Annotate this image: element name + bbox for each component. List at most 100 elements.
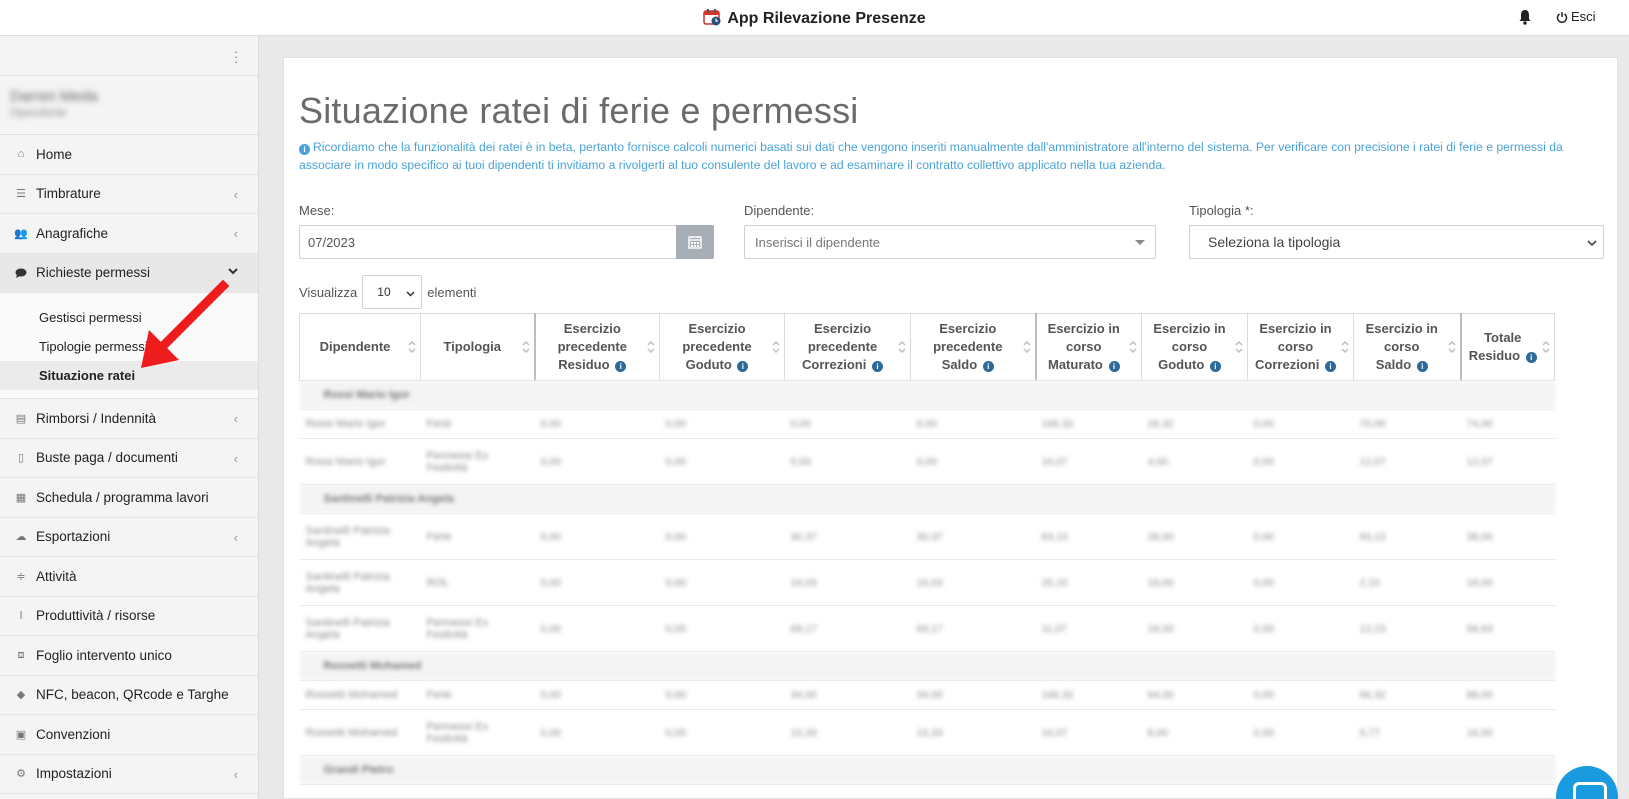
sidebar-item-label: NFC, beacon, QRcode e Targhe xyxy=(36,687,229,703)
sort-icon[interactable] xyxy=(1129,339,1137,355)
comment-icon xyxy=(14,267,28,279)
sidebar-item-schedula[interactable]: ▦ Schedula / programma lavori xyxy=(0,478,258,518)
sidebar-item-richieste-permessi[interactable]: Richieste permessi xyxy=(0,253,258,293)
info-circle-icon[interactable]: i xyxy=(982,361,994,372)
cloud-download-icon: ☁ xyxy=(15,531,27,544)
sort-icon[interactable] xyxy=(647,339,655,355)
chevron-left-icon: ‹ xyxy=(233,529,238,545)
info-circle-icon[interactable]: i xyxy=(1209,361,1221,372)
info-circle-icon[interactable]: i xyxy=(1324,361,1336,372)
chevron-left-icon: ‹ xyxy=(233,411,238,426)
sidebar-item-label: Produttività / risorse xyxy=(36,608,156,624)
chevron-left-icon: ‹ xyxy=(233,226,238,241)
info-circle-icon[interactable]: i xyxy=(737,361,749,372)
length-select[interactable]: 10 xyxy=(362,275,423,309)
sort-icon[interactable] xyxy=(1341,339,1349,355)
sort-icon[interactable] xyxy=(772,339,780,355)
column-header-text: Esercizio xyxy=(813,321,872,336)
column-header[interactable]: Tipologia xyxy=(420,313,535,381)
column-header-text: Maturato xyxy=(1047,357,1103,372)
table-cell: 18,00 xyxy=(1141,559,1248,606)
calendar-button[interactable] xyxy=(676,225,714,259)
info-circle-icon[interactable]: i xyxy=(615,361,627,372)
sidebar-item-label: Anagrafiche xyxy=(36,225,109,241)
dipendente-select[interactable]: Inserisci il dipendente xyxy=(744,225,1156,259)
info-circle-icon[interactable]: i xyxy=(871,361,883,372)
column-header[interactable]: Esercizio precedente Correzioni i xyxy=(784,313,911,381)
column-header[interactable]: Esercizio in corso Correzioni i xyxy=(1247,313,1354,381)
table-cell: 0,00 xyxy=(784,409,911,439)
table-cell: 0,00 xyxy=(1247,680,1354,710)
file-icon: ▯ xyxy=(17,452,25,465)
column-header-text: Goduto xyxy=(1158,357,1205,372)
table-cell: 64,00 xyxy=(1141,680,1248,710)
sidebar-item-convenzioni[interactable]: ▣ Convenzioni xyxy=(0,715,258,755)
chevron-down-icon xyxy=(406,286,415,300)
sidebar-item-attivita[interactable]: ≑ Attività xyxy=(0,557,258,597)
table-cell: 0,00 xyxy=(784,438,911,485)
sidebar-item-label: Buste paga / documenti xyxy=(36,450,178,466)
sort-icon[interactable] xyxy=(522,339,530,355)
barcode-icon: ⧈ xyxy=(17,648,25,661)
column-header[interactable]: Esercizio precedente Saldo i xyxy=(910,313,1036,381)
table-cell: 15,33 xyxy=(784,709,911,756)
length-value: 10 xyxy=(377,285,391,299)
tipologia-select[interactable]: Seleziona la tipologia xyxy=(1189,225,1604,259)
table-cell: 0,00 xyxy=(534,409,660,439)
sidebar-item-timbrature[interactable]: ☰ Timbrature ‹ xyxy=(0,175,258,214)
column-header-text: Correzioni xyxy=(802,357,867,372)
sidebar-item-label: Timbrature xyxy=(36,186,101,202)
sidebar-item-label: Foglio intervento unico xyxy=(36,647,172,663)
sidebar-item-produttivita[interactable]: ǀ Produttività / risorse xyxy=(0,597,258,636)
info-circle-icon[interactable]: i xyxy=(1525,352,1537,363)
table-cell: 16,03 xyxy=(784,559,911,606)
column-header[interactable]: Esercizio in corso Goduto i xyxy=(1141,313,1248,381)
table-cell: Rossetti Mohamed xyxy=(299,680,421,710)
info-circle-icon[interactable]: i xyxy=(1416,361,1428,372)
sidebar-item-label: Esportazioni xyxy=(36,529,111,545)
sidebar-item-rimborsi[interactable]: ▤ Rimborsi / Indennità ‹ xyxy=(0,399,258,439)
sort-icon[interactable] xyxy=(1235,339,1243,355)
table-cell: 5,77 xyxy=(1353,709,1461,756)
sidebar-item-anagrafiche[interactable]: 👥 Anagrafiche ‹ xyxy=(0,214,258,254)
group-row: Grandi Pietro xyxy=(299,755,1555,785)
sort-icon[interactable] xyxy=(408,339,416,355)
sort-icon[interactable] xyxy=(1448,339,1456,355)
logout-button[interactable]: Esci xyxy=(1556,9,1596,24)
table-row: Rossi Mario Igor Permessi Ex Festività 0,0… xyxy=(299,438,1555,485)
column-header-text: Saldo xyxy=(1375,357,1412,372)
table-cell: 58,83 xyxy=(1460,605,1555,652)
tag-icon: ◆ xyxy=(16,689,26,702)
sidebar-item-impostazioni[interactable]: ⚙ Impostazioni ‹ xyxy=(0,755,258,794)
table-cell: 0,00 xyxy=(1247,559,1354,606)
table-row: Santinelli Patrizia Angela ROL 0,00 0,00 16,… xyxy=(299,559,1555,606)
table-cell: 16,03 xyxy=(910,559,1036,606)
kebab-menu-icon[interactable]: · · · xyxy=(234,45,238,68)
sort-icon[interactable] xyxy=(1023,339,1031,355)
submenu-item-tipologie-permessi[interactable]: Tipologie permessi xyxy=(0,332,258,361)
bell-icon[interactable] xyxy=(1518,9,1532,25)
sidebar-item-label: Richieste permessi xyxy=(36,265,151,281)
submenu-item-situazione-ratei[interactable]: Situazione ratei xyxy=(0,361,258,390)
mese-input[interactable]: 07/2023 xyxy=(299,225,677,259)
column-header[interactable]: Esercizio precedente Residuo i xyxy=(533,313,660,381)
table-cell: 28,00 xyxy=(1141,513,1248,560)
sidebar-item-esportazioni[interactable]: ☁ Esportazioni ‹ xyxy=(0,518,258,557)
group-label: Rossetti Mohamed xyxy=(299,651,1555,681)
column-header[interactable]: Esercizio precedente Goduto i xyxy=(659,313,785,381)
column-header[interactable]: Dipendente xyxy=(299,313,421,381)
column-header[interactable]: Totale Residuo i xyxy=(1459,313,1555,381)
sidebar-item-foglio-intervento[interactable]: ⧈ Foglio intervento unico xyxy=(0,636,258,676)
submenu-item-gestisci-permessi[interactable]: Gestisci permessi xyxy=(0,303,258,332)
sidebar-item-home[interactable]: ⌂ Home xyxy=(0,135,258,175)
sort-icon[interactable] xyxy=(1542,339,1550,355)
table-cell: 0,00 xyxy=(1247,409,1354,439)
sidebar-item-buste-paga[interactable]: ▯ Buste paga / documenti ‹ xyxy=(0,439,258,478)
thermometer-icon: ǀ xyxy=(19,609,23,622)
sort-icon[interactable] xyxy=(898,339,906,355)
sidebar-item-nfc[interactable]: ◆ NFC, beacon, QRcode e Targhe xyxy=(0,676,258,715)
table-cell: Ferie xyxy=(420,680,535,710)
column-header[interactable]: Esercizio in corso Saldo i xyxy=(1353,313,1461,381)
info-circle-icon[interactable]: i xyxy=(1108,361,1120,372)
column-header[interactable]: Esercizio in corso Maturato i xyxy=(1034,313,1142,381)
